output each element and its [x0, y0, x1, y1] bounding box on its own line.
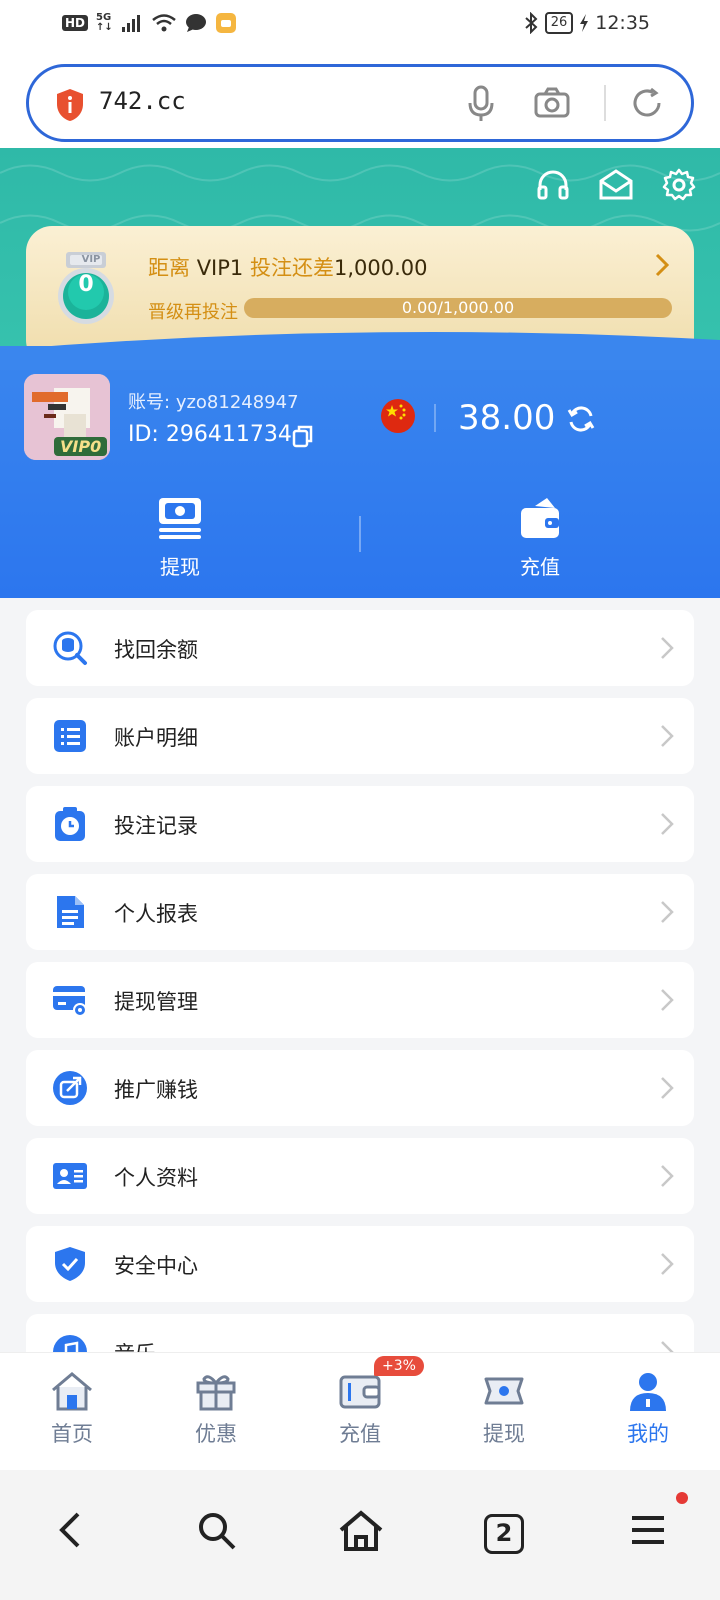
vip-medal-tag: VIP [81, 254, 101, 265]
gear-icon[interactable] [662, 168, 696, 202]
bluetooth-icon [525, 12, 538, 34]
app-notification-icon [215, 13, 236, 33]
clock-clipboard-icon [55, 807, 85, 841]
cash-icon [484, 1377, 524, 1405]
menu-item-recover-balance[interactable]: 找回余额 [26, 610, 694, 686]
menu-item-security-center[interactable]: 安全中心 [26, 1226, 694, 1302]
status-bar: HD 5G ↑↓ 26 12:35 [0, 0, 720, 50]
menu-item-label: 个人资料 [114, 1166, 198, 1190]
tab-withdraw[interactable]: 提现 [444, 1371, 564, 1448]
charging-icon [580, 14, 589, 32]
battery-icon: 26 [544, 12, 574, 34]
chevron-right-icon[interactable] [654, 252, 670, 278]
vip-medal-level: 0 [78, 272, 94, 297]
vip-progress-bar: 0.00/1,000.00 [244, 298, 672, 318]
menu-icon[interactable] [630, 1510, 666, 1550]
search-coins-icon [53, 631, 87, 665]
chevron-right-icon [661, 901, 674, 923]
tab-promotions[interactable]: 优惠 [156, 1371, 276, 1448]
camera-icon[interactable] [534, 87, 570, 119]
browser-toolbar: 742.cc [0, 50, 720, 148]
tab-count: 2 [495, 1519, 513, 1547]
vip-upgrade-label: 晋级再投注 [148, 302, 238, 323]
china-flag-icon[interactable] [380, 398, 416, 434]
menu-list: 找回余额 账户明细 投注记录 个人报表 提现管理 推广赚钱 个人资料 安全中心 [26, 610, 694, 1402]
address-bar[interactable]: 742.cc [26, 64, 694, 142]
refresh-icon[interactable] [566, 404, 596, 434]
hd-indicator: HD [62, 15, 89, 31]
url-text[interactable]: 742.cc [99, 87, 186, 115]
menu-item-referral[interactable]: 推广赚钱 [26, 1050, 694, 1126]
menu-item-label: 安全中心 [114, 1254, 198, 1278]
deposit-bonus-badge: +3% [374, 1356, 424, 1376]
chevron-right-icon [661, 813, 674, 835]
home-icon[interactable] [338, 1510, 384, 1552]
chevron-right-icon [661, 989, 674, 1011]
user-icon [630, 1373, 666, 1411]
account-info: 账号: yzo81248947 [128, 392, 299, 413]
tab-deposit[interactable]: 充值 [300, 1371, 420, 1448]
card-settings-icon [53, 986, 87, 1017]
signal-bars-icon [121, 15, 140, 32]
chevron-right-icon [661, 1077, 674, 1099]
tab-mine[interactable]: 我的 [588, 1371, 708, 1448]
copy-icon[interactable] [292, 424, 314, 448]
withdraw-button[interactable]: 提现 [120, 496, 240, 580]
signal-icon: 5G ↑↓ [96, 12, 113, 33]
menu-item-bet-records[interactable]: 投注记录 [26, 786, 694, 862]
divider [604, 85, 606, 121]
menu-item-label: 投注记录 [114, 814, 198, 838]
browser-nav-bar: 2 [0, 1470, 720, 1600]
message-icon [185, 14, 206, 32]
panel-curve [0, 332, 720, 370]
microphone-icon[interactable] [467, 85, 495, 123]
security-shield-icon[interactable] [55, 88, 85, 122]
divider [359, 516, 361, 552]
search-icon[interactable] [196, 1510, 238, 1552]
menu-item-label: 找回余额 [114, 638, 198, 662]
list-icon [54, 720, 86, 752]
vip-level-badge: VIP0 [54, 437, 108, 456]
reload-icon[interactable] [631, 87, 663, 119]
menu-item-label: 提现管理 [114, 990, 198, 1014]
vip-requirement-text: 距离 VIP1 投注还差1,000.00 [148, 256, 428, 280]
menu-item-label: 账户明细 [114, 726, 198, 750]
document-icon [57, 896, 84, 928]
chevron-right-icon [661, 725, 674, 747]
chevron-right-icon [661, 1165, 674, 1187]
home-icon [52, 1372, 92, 1411]
balance-amount: 38.00 [458, 398, 556, 438]
notification-dot [676, 1492, 688, 1504]
headset-icon[interactable] [536, 168, 570, 202]
clock: 12:35 [595, 12, 650, 34]
chevron-right-icon [661, 637, 674, 659]
menu-item-label: 推广赚钱 [114, 1078, 198, 1102]
gift-icon [196, 1375, 236, 1411]
back-icon[interactable] [56, 1510, 86, 1550]
divider [434, 404, 436, 432]
share-icon [53, 1071, 87, 1105]
chevron-right-icon [661, 1253, 674, 1275]
bottom-tab-bar: 首页 优惠 充值 提现 我的 [0, 1352, 720, 1470]
id-card-icon [53, 1163, 87, 1189]
cash-machine-icon [159, 498, 201, 539]
tab-switcher-button[interactable]: 2 [484, 1514, 524, 1554]
wallet-icon [521, 498, 559, 538]
menu-item-profile[interactable]: 个人资料 [26, 1138, 694, 1214]
avatar[interactable]: VIP0 [24, 374, 110, 460]
shield-check-icon [55, 1247, 85, 1281]
user-id: ID: 296411734 [128, 422, 292, 447]
tab-home[interactable]: 首页 [12, 1371, 132, 1448]
menu-item-personal-report[interactable]: 个人报表 [26, 874, 694, 950]
wallet-icon [339, 1375, 381, 1409]
deposit-button[interactable]: 充值 [480, 496, 600, 580]
menu-item-label: 个人报表 [114, 902, 198, 926]
wifi-icon [151, 14, 176, 32]
menu-item-withdrawal-management[interactable]: 提现管理 [26, 962, 694, 1038]
menu-item-account-details[interactable]: 账户明细 [26, 698, 694, 774]
mail-icon[interactable] [598, 168, 634, 202]
